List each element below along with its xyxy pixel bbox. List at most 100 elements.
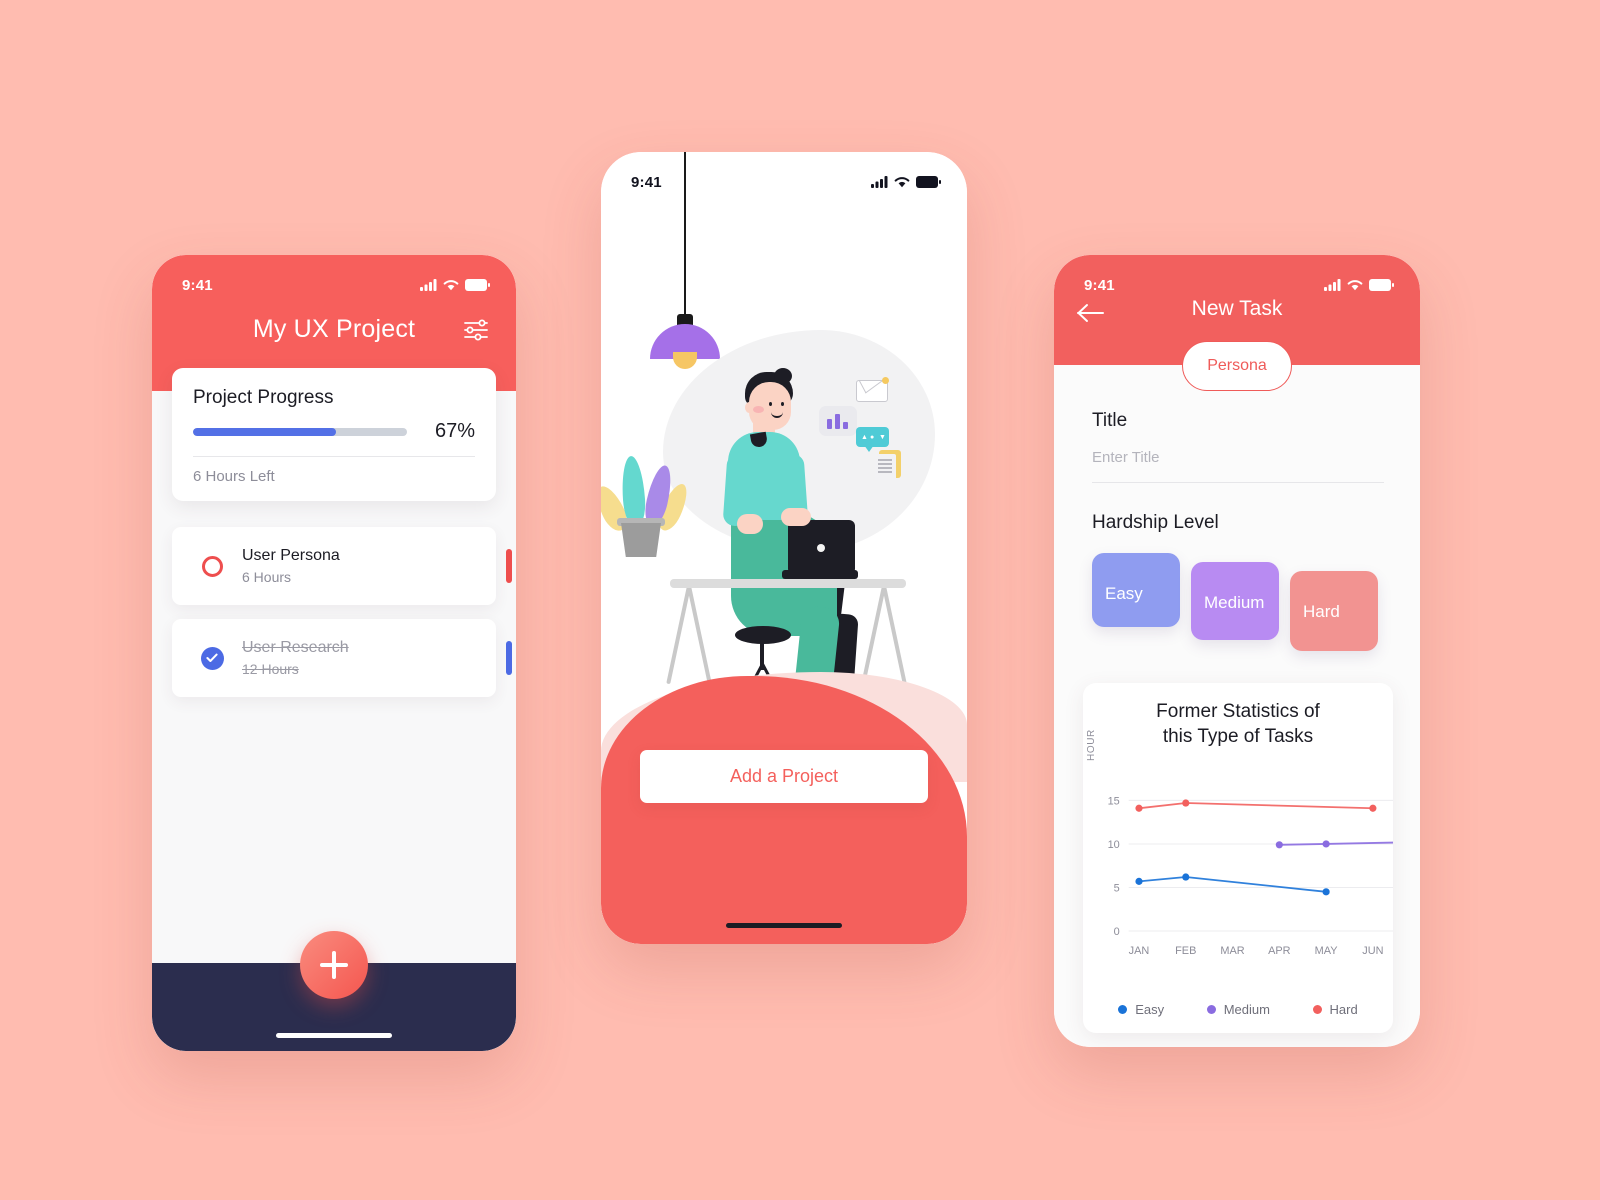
hardship-level-options: Easy Medium Hard [1092,553,1382,663]
add-project-button[interactable]: Add a Project [640,750,928,803]
status-indicators [871,176,941,188]
chart-y-tick: 10 [1108,839,1120,851]
home-indicator[interactable] [726,923,842,928]
laptop-logo-dot [817,544,825,552]
chart-y-axis-label: HOUR [1086,729,1097,761]
battery-icon [465,279,490,291]
phone3-status-bar: 9:41 [1054,255,1420,301]
task-text-group: User Research 12 Hours [242,639,349,677]
phone-2-onboarding: 9:41 ▲ ● ▼ Add a Project [601,152,967,944]
persona-tab-pill[interactable]: Persona [1182,341,1292,391]
title-field-label: Title [1092,410,1128,431]
progress-percent-label: 67% [434,420,475,442]
envelope-notification-dot [882,377,889,384]
phone3-content-area: Title Hardship Level Easy Medium Hard Fo… [1054,365,1420,1047]
chart-point-medium [1275,841,1283,849]
chart-point-hard [1182,799,1190,807]
wifi-icon [894,177,910,188]
person-hair-tuft [774,368,792,384]
add-task-fab[interactable] [300,931,368,999]
bubble-glyph-dot: ● [870,434,875,441]
task-status-toggle[interactable] [200,646,224,670]
checkmark-icon [206,653,218,662]
phone2-status-bar: 9:41 [601,152,967,198]
home-indicator[interactable] [276,1033,392,1038]
wifi-icon [1347,280,1363,291]
task-row[interactable]: User Research 12 Hours [172,619,512,697]
bar-chart-float-icon [819,406,857,436]
chart-point-hard [1369,804,1377,812]
circle-outline-icon [201,555,223,577]
chart-point-easy [1182,873,1190,881]
legend-item-medium[interactable]: Medium [1206,1002,1270,1017]
legend-label-easy: Easy [1135,1002,1165,1017]
desk-leg [666,585,691,685]
laptop-base [782,570,858,579]
chart-title-line1: Former Statistics of [1156,701,1320,722]
statistics-chart-card: Former Statistics of this Type of Tasks … [1083,683,1393,1033]
phone2-canvas: 9:41 ▲ ● ▼ Add a Project [601,152,967,944]
legend-label-hard: Hard [1329,1002,1358,1017]
phone1-status-bar: 9:41 [152,255,516,301]
chart-point-medium [1322,840,1330,848]
check-circle-icon [200,646,224,670]
person-hand-right [781,508,811,526]
legend-item-hard[interactable]: Hard [1312,1002,1358,1017]
task-name: User Research [242,639,349,656]
progress-bar-track [193,427,407,436]
chat-bubble-tail [864,445,874,452]
legend-label-medium: Medium [1223,1002,1270,1017]
hardship-option-easy[interactable]: Easy [1092,553,1180,627]
hardship-option-hard[interactable]: Hard [1290,571,1378,651]
chart-y-tick: 15 [1108,795,1120,807]
document-float-icon [875,454,896,480]
phone-1-project-list: 9:41 My UX Project Project Progress 67% … [152,255,516,1051]
cellular-signal-icon [420,279,437,291]
desk-leg [861,585,886,685]
chart-x-tick: JAN [1129,945,1150,957]
title-input[interactable] [1092,449,1384,483]
phone-3-new-task: 9:41 New Task Persona Title Enter Title … [1054,255,1420,1047]
chart-series-line-easy [1138,876,1328,893]
chart-x-tick: APR [1268,945,1291,957]
chat-bubble-float-icon: ▲ ● ▼ [856,427,889,447]
chart-x-tick: FEB [1175,945,1196,957]
person-hand-left [737,514,763,534]
status-indicators [420,279,490,291]
chair-stem [760,640,764,670]
chart-plot-area: 0 5 10 15 JAN FEB MAR APR MAY JUN [1083,777,1393,967]
cellular-signal-icon [1324,279,1341,291]
progress-time-left: 6 Hours Left [193,468,275,485]
chart-point-easy [1135,877,1143,885]
task-accent-bar [506,549,512,583]
cellular-signal-icon [871,176,888,188]
task-status-toggle[interactable] [200,554,224,578]
wifi-icon [443,280,459,291]
filter-settings-button[interactable] [458,313,494,347]
progress-card-divider [193,456,475,457]
progress-row: 67% [193,420,475,443]
status-indicators [1324,279,1394,291]
sliders-filter-icon [464,319,488,341]
legend-item-easy[interactable]: Easy [1118,1002,1164,1017]
chart-x-tick: MAR [1220,945,1244,957]
status-time: 9:41 [631,173,662,191]
task-row[interactable]: User Persona 6 Hours [172,527,512,605]
status-time: 9:41 [182,276,213,294]
legend-dot-hard [1312,1005,1322,1014]
bubble-glyph-down: ▼ [879,434,886,441]
hardship-level-label: Hardship Level [1092,512,1219,533]
task-hours: 12 Hours [242,661,299,677]
progress-bar-fill [193,427,337,436]
lamp-bulb-icon [673,352,697,369]
chart-y-tick: 5 [1114,882,1120,894]
desk-leg [687,585,712,685]
chart-title: Former Statistics of this Type of Tasks [1099,699,1377,750]
hardship-option-medium[interactable]: Medium [1191,562,1279,640]
plus-icon-vertical [332,951,336,979]
potted-plant-icon [621,523,661,557]
person-cheek [753,406,764,413]
task-accent-bar [506,641,512,675]
chart-point-easy [1322,888,1330,896]
progress-card-title: Project Progress [193,387,334,408]
